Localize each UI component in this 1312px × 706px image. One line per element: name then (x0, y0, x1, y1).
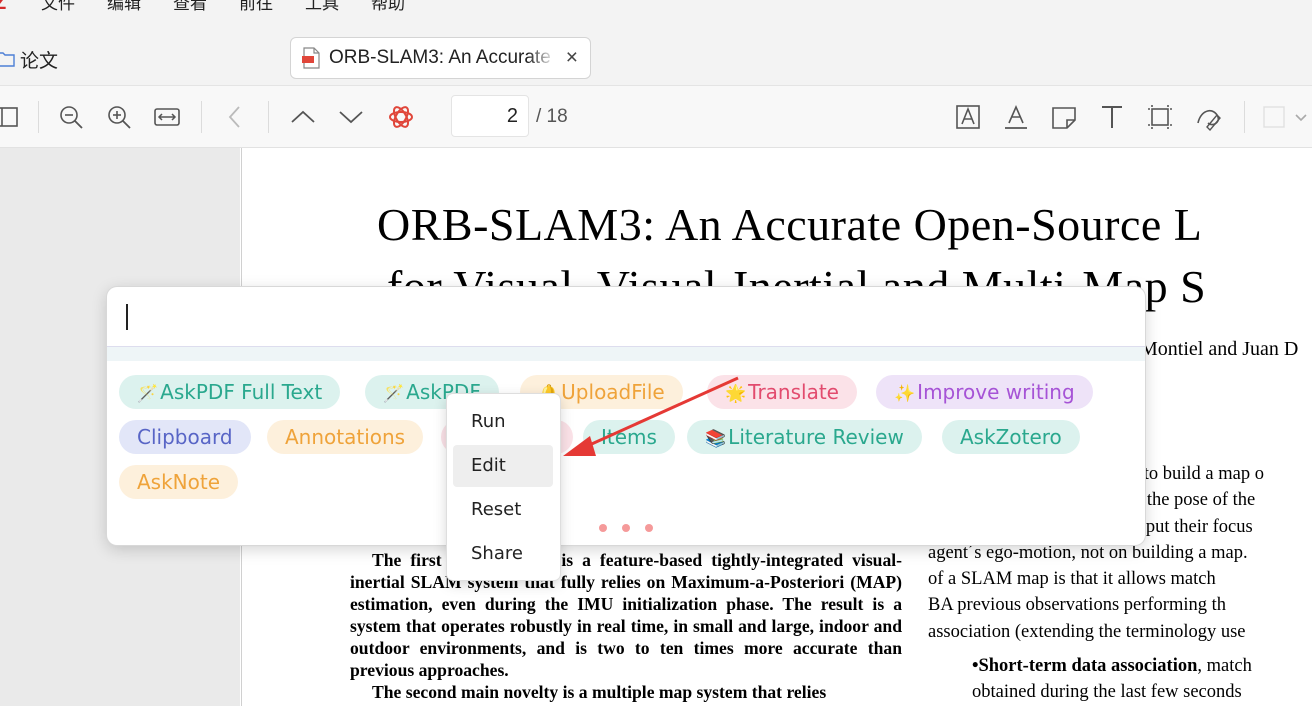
page-total: / 18 (536, 106, 568, 127)
tab-library[interactable]: 论文 (0, 45, 58, 73)
paper-bullet-line: •Short-term data association, match (928, 653, 1312, 679)
wand-icon: 🪄 (383, 384, 405, 404)
note-icon[interactable] (1050, 103, 1078, 131)
close-icon[interactable]: × (566, 47, 578, 69)
tab-document[interactable]: ORB-SLAM3: An Accurate Open-Source Libra… (290, 37, 591, 79)
fit-width-icon[interactable] (153, 103, 181, 131)
color-picker-icon[interactable] (1262, 103, 1312, 131)
menu-item-share[interactable]: Share (453, 533, 553, 575)
chip-askpdf-full-text[interactable]: 🪄 AskPDF Full Text (119, 375, 341, 409)
openai-icon[interactable] (387, 103, 415, 131)
chip-context-menu: Run Edit Reset Share (447, 394, 560, 580)
menu-tools[interactable]: 工具 (305, 0, 339, 14)
chip-label: Improve writing (917, 380, 1075, 404)
previous-page-icon[interactable] (289, 103, 317, 131)
tab-library-label: 论文 (20, 50, 59, 72)
wand-icon: 🪄 (137, 384, 159, 404)
toolbar-separator (201, 101, 202, 133)
page-number-input[interactable]: 2 (451, 95, 529, 137)
chip-label: Translate (748, 380, 839, 404)
sparkle-star-icon: 🌟 (725, 384, 747, 404)
paper-line: of a SLAM map is that it allows match (928, 569, 1216, 590)
toolbar-separator (1244, 101, 1245, 133)
chip-label: AskNote (137, 470, 221, 494)
paper-line: BA previous observations performing th (928, 595, 1227, 616)
folder-icon (0, 52, 15, 67)
chip-label: Annotations (285, 425, 406, 449)
pdf-file-icon (302, 47, 320, 69)
menu-item-edit[interactable]: Edit (453, 445, 553, 487)
chip-label: Clipboard (137, 425, 233, 449)
paper-line: association (extending the terminology u… (928, 621, 1246, 642)
chip-literature-review[interactable]: 📚 Literature Review (687, 420, 922, 454)
area-select-icon[interactable] (1146, 103, 1174, 131)
app-logo: Z (0, 0, 7, 14)
menu-view[interactable]: 查看 (173, 0, 207, 14)
toolbar-separator (38, 101, 39, 133)
back-icon[interactable] (221, 103, 249, 131)
chip-annotations[interactable]: Annotations (267, 420, 424, 454)
books-icon: 📚 (705, 429, 727, 449)
bullet-rest: , match (1197, 656, 1252, 677)
prompt-input[interactable] (107, 287, 1145, 347)
paper-authors: Montiel and Juan D (1140, 338, 1299, 360)
chip-items[interactable]: Items (583, 420, 675, 454)
prompt-divider (107, 347, 1145, 361)
paper-title-line1: ORB-SLAM3: An Accurate Open-Source L (377, 199, 1203, 250)
paper-paragraph: The first main novelty is a feature-base… (350, 550, 902, 680)
menu-file[interactable]: 文件 (41, 0, 75, 14)
chip-label: AskPDF Full Text (160, 380, 323, 404)
menu-item-reset[interactable]: Reset (453, 489, 553, 531)
draw-icon[interactable] (1194, 103, 1222, 132)
underline-icon[interactable] (1002, 103, 1030, 131)
chip-asknote[interactable]: AskNote (119, 465, 239, 499)
tab-bar: 论文 ORB-SLAM3: An Accurate Open-Source Li… (0, 31, 1312, 86)
chip-label: AskZotero (960, 425, 1062, 449)
chip-label: Items (601, 425, 657, 449)
zoom-out-icon[interactable] (57, 103, 85, 131)
chip-label: UploadFile (561, 380, 665, 404)
chip-clipboard[interactable]: Clipboard (119, 420, 251, 454)
toolbar-separator (268, 101, 269, 133)
chip-translate[interactable]: 🌟 Translate (707, 375, 857, 409)
text-highlight-icon[interactable] (954, 103, 982, 131)
tab-document-title: ORB-SLAM3: An Accurate Open-Source Libra… (329, 47, 555, 68)
text-caret (126, 304, 128, 330)
chip-askzotero[interactable]: AskZotero (942, 420, 1080, 454)
ai-prompt-popup: 🪄AskPDF Full Text 🪄AskPDF 🔔UploadFile 🌟T… (107, 287, 1145, 545)
text-icon[interactable] (1098, 103, 1126, 131)
zoom-in-icon[interactable] (105, 103, 133, 131)
paper-line: obtained during the last few seconds (972, 682, 1242, 703)
paper-left-column: The first main novelty is a feature-base… (350, 549, 902, 703)
bullet-term: Short-term data association (978, 656, 1198, 677)
reader-toolbar: 2 / 18 (0, 86, 1312, 148)
menu-help[interactable]: 帮助 (371, 0, 405, 14)
paper-paragraph: The second main novelty is a multiple ma… (372, 682, 827, 702)
more-dots-icon[interactable] (599, 519, 668, 537)
chip-improve-writing[interactable]: ✨ Improve writing (876, 375, 1093, 409)
menu-edit[interactable]: 编辑 (107, 0, 141, 14)
sparkles-icon: ✨ (894, 384, 916, 404)
chip-label: Literature Review (728, 425, 904, 449)
menu-bar: Z 文件 编辑 查看 前往 工具 帮助 (0, 0, 1312, 31)
sidebar-toggle-icon[interactable] (0, 103, 20, 131)
menu-go[interactable]: 前往 (239, 0, 273, 14)
menu-item-run[interactable]: Run (453, 401, 553, 443)
next-page-icon[interactable] (337, 103, 365, 131)
